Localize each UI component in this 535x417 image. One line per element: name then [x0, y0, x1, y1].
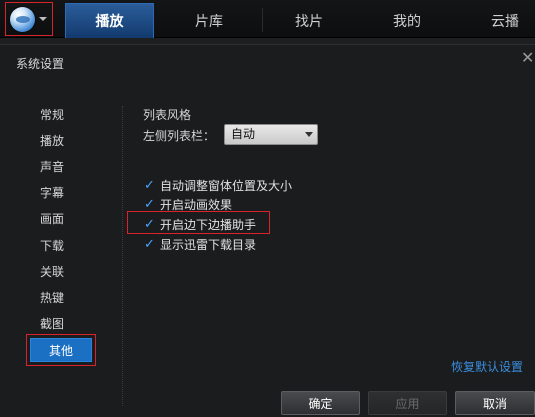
close-icon[interactable]: ✕	[521, 49, 535, 67]
tab-library[interactable]: 片库	[166, 3, 252, 38]
cancel-button[interactable]: 取消	[455, 391, 535, 415]
menu-item-picture[interactable]: 画面	[18, 206, 86, 230]
sidebar-list-label: 左侧列表栏：	[143, 129, 216, 143]
top-navigation-bar: 播放 片库 找片 我的 云播	[0, 0, 535, 38]
menu-item-playback[interactable]: 播放	[18, 128, 86, 152]
sidebar-list-select[interactable]: 自动	[224, 124, 318, 145]
option-label: 显示迅雷下载目录	[160, 237, 257, 252]
player-logo-icon	[10, 6, 35, 32]
tab-cloud[interactable]: 云播	[462, 3, 535, 38]
checkmark-icon[interactable]: ✓	[143, 237, 156, 252]
menu-item-hotkeys[interactable]: 热键	[18, 285, 86, 309]
option-show-download-dir[interactable]: ✓ 显示迅雷下载目录	[143, 235, 256, 253]
ok-button[interactable]: 确定	[281, 391, 360, 415]
tab-mine[interactable]: 我的	[364, 3, 450, 38]
menu-item-download[interactable]: 下载	[18, 233, 86, 257]
dialog-title: 系统设置	[16, 57, 65, 71]
apply-button[interactable]: 应用	[368, 391, 447, 415]
option-label: 自动调整窗体位置及大小	[160, 178, 293, 193]
menu-highlight-frame	[26, 334, 96, 366]
menu-item-association[interactable]: 关联	[18, 259, 86, 283]
option-highlight-frame	[127, 211, 270, 234]
tab-play[interactable]: 播放	[65, 3, 154, 38]
tab-divider	[262, 8, 263, 32]
chevron-down-icon	[305, 132, 313, 137]
menu-divider	[122, 106, 123, 406]
menu-item-general[interactable]: 常规	[18, 102, 86, 126]
restore-defaults-link[interactable]: 恢复默认设置	[451, 358, 523, 375]
checkmark-icon[interactable]: ✓	[143, 197, 156, 212]
main-menu-button[interactable]	[5, 2, 53, 36]
sidebar-list-value: 自动	[231, 127, 256, 141]
chevron-down-icon	[39, 17, 47, 21]
checkmark-icon[interactable]: ✓	[143, 178, 156, 193]
section-title-list-style: 列表风格	[143, 108, 192, 122]
tab-find[interactable]: 找片	[266, 3, 352, 38]
menu-item-screenshot[interactable]: 截图	[18, 311, 86, 335]
menu-item-sound[interactable]: 声音	[18, 154, 86, 178]
option-auto-resize[interactable]: ✓ 自动调整窗体位置及大小	[143, 176, 292, 194]
option-label: 开启动画效果	[160, 197, 233, 212]
menu-item-subtitles[interactable]: 字幕	[18, 180, 86, 204]
